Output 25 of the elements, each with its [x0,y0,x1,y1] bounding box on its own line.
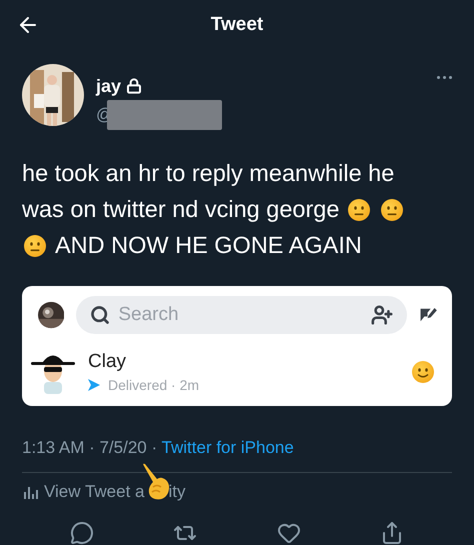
tweet-text: he took an hr to reply meanwhile he [22,160,394,188]
neutral-face-icon [24,234,46,257]
tweet-activity-text[interactable]: ity [168,482,186,502]
neutral-face-icon [348,198,370,221]
add-friend-icon[interactable] [371,304,394,326]
more-button[interactable] [437,76,452,79]
chat-status: Delivered · 2m [108,376,200,393]
smiling-face-icon [412,360,434,383]
source-link[interactable]: Twitter for iPhone [162,438,294,457]
like-button[interactable] [276,521,301,545]
page-title: Tweet [210,14,264,36]
tweet-text: was on twitter nd vcing george [22,196,340,224]
neutral-face-icon [381,198,404,221]
tweet-timestamp: 1:13 AM · 7/5/20 · [22,438,158,457]
reply-button[interactable] [70,521,94,545]
bar-chart-icon [24,485,38,499]
tweet-activity-text[interactable]: View Tweet a [44,482,144,502]
search-input[interactable]: Search [116,302,366,327]
user-name[interactable]: jay [96,76,122,97]
search-bar[interactable]: Search [76,296,408,334]
tweet-text: AND NOW HE GONE AGAIN [55,232,362,260]
chat-row[interactable]: Clay Delivered · 2m [22,342,452,406]
chat-name: Clay [88,350,128,373]
sent-arrow-icon [88,378,100,391]
search-icon [90,304,110,325]
